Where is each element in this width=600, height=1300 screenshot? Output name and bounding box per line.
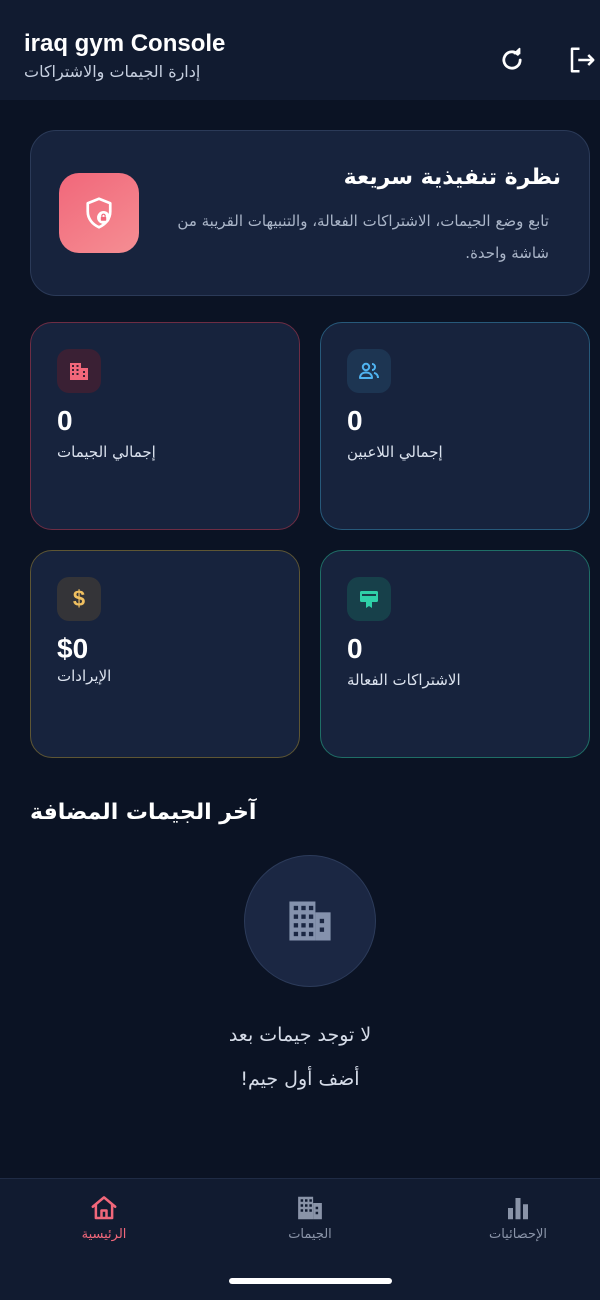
stat-card-gyms[interactable]: 0 إجمالي الجيمات bbox=[30, 322, 300, 530]
card-membership-icon bbox=[360, 591, 378, 608]
overview-title: نظرة تنفيذية سريعة bbox=[344, 165, 561, 190]
empty-state-message: لا توجد جيمات بعد bbox=[228, 1024, 372, 1046]
nav-label: الرئيسية bbox=[81, 1227, 127, 1242]
recent-gyms-title: آخر الجيمات المضافة bbox=[30, 800, 257, 825]
overview-card: نظرة تنفيذية سريعة تابع وضع الجيمات، الا… bbox=[30, 130, 590, 296]
logout-button[interactable] bbox=[562, 40, 600, 80]
stat-label: إجمالي الجيمات bbox=[57, 443, 156, 461]
stat-label: إجمالي اللاعبين bbox=[347, 443, 443, 461]
stat-label: الإيرادات bbox=[57, 667, 112, 685]
stat-icon-badge: $ bbox=[57, 577, 101, 621]
empty-state-hint: أضف أول جيم! bbox=[240, 1068, 360, 1090]
home-indicator bbox=[229, 1278, 392, 1284]
users-icon bbox=[359, 362, 379, 379]
stat-icon-badge bbox=[347, 577, 391, 621]
nav-label: الجيمات bbox=[288, 1227, 332, 1242]
stat-card-players[interactable]: 0 إجمالي اللاعبين bbox=[320, 322, 590, 530]
stat-value: 0 bbox=[57, 405, 73, 436]
logout-icon bbox=[570, 47, 595, 73]
empty-state-badge bbox=[244, 855, 376, 987]
stat-value: $0 bbox=[57, 633, 89, 664]
stat-icon-badge bbox=[347, 349, 391, 393]
nav-item-statistics[interactable]: الإحصائيات bbox=[438, 1193, 598, 1263]
building-icon bbox=[70, 363, 88, 380]
stat-icon-badge bbox=[57, 349, 101, 393]
building-icon bbox=[298, 1196, 322, 1220]
nav-label: الإحصائيات bbox=[488, 1227, 548, 1242]
stat-card-revenue[interactable]: $ $0 الإيرادات bbox=[30, 550, 300, 758]
overview-description: تابع وضع الجيمات، الاشتراكات الفعالة، وا… bbox=[177, 212, 549, 262]
app-header: iraq gym Console إدارة الجيمات والاشتراك… bbox=[0, 0, 600, 100]
overview-title-text: نظرة تنفيذية سريعة bbox=[343, 165, 561, 190]
refresh-button[interactable] bbox=[492, 40, 532, 80]
dollar-icon: $ bbox=[72, 586, 86, 611]
bar-chart-icon bbox=[508, 1198, 528, 1220]
refresh-icon bbox=[502, 47, 522, 70]
nav-item-gyms[interactable]: الجيمات bbox=[230, 1193, 390, 1263]
app-title: iraq gym Console bbox=[24, 30, 226, 57]
stat-value: 0 bbox=[347, 633, 363, 664]
app-subtitle: إدارة الجيمات والاشتراكات bbox=[24, 62, 201, 81]
building-icon bbox=[289, 901, 331, 941]
shield-lock-icon bbox=[86, 197, 112, 229]
stat-card-active-subscriptions[interactable]: 0 الاشتراكات الفعالة bbox=[320, 550, 590, 758]
stat-value: 0 bbox=[347, 405, 363, 436]
home-icon bbox=[91, 1196, 117, 1220]
overview-icon-badge bbox=[59, 173, 139, 253]
stat-label: الاشتراكات الفعالة bbox=[347, 671, 461, 689]
nav-item-home[interactable]: الرئيسية bbox=[24, 1193, 184, 1263]
